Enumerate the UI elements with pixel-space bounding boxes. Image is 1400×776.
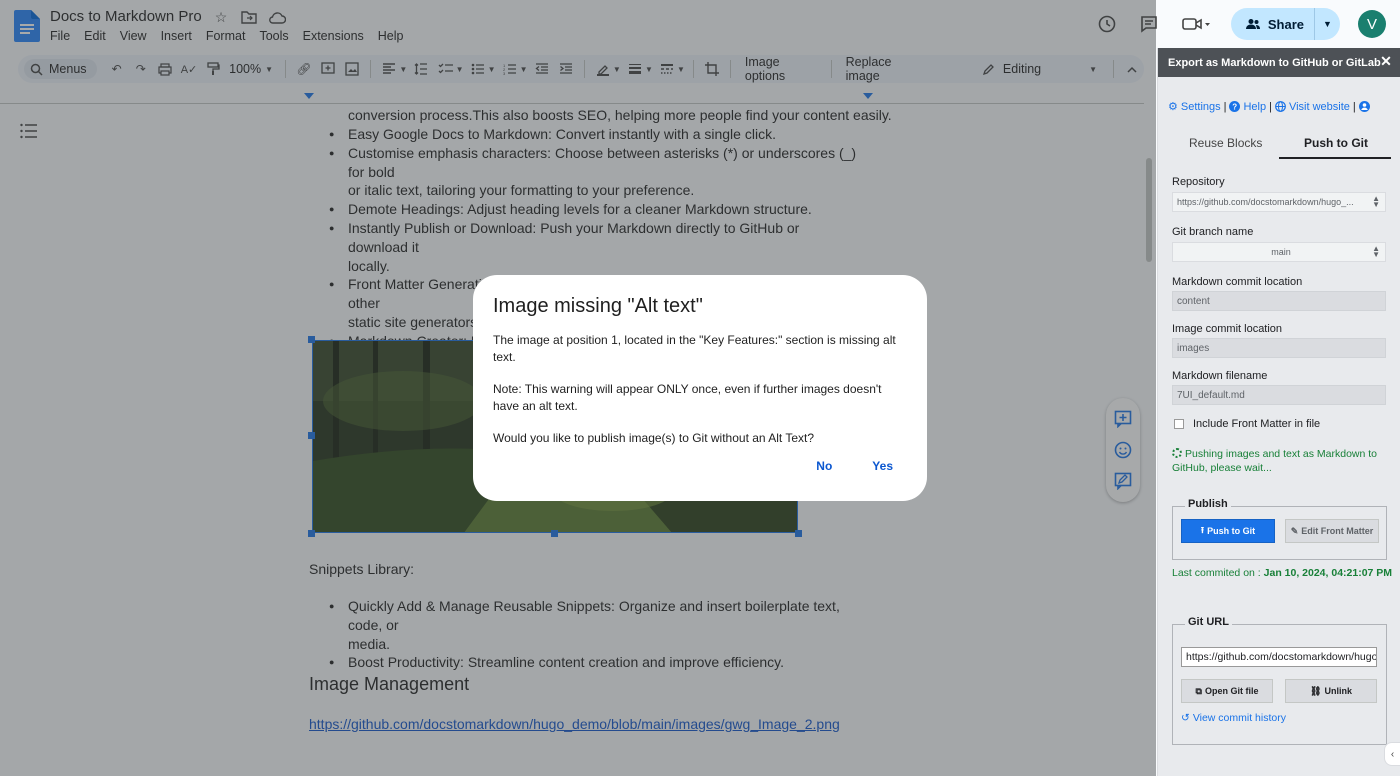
img-location-label: Image commit location <box>1172 323 1283 335</box>
front-matter-label: Include Front Matter in file <box>1193 418 1321 430</box>
md-location-value: content <box>1177 295 1210 307</box>
unlink-label: Unlink <box>1324 686 1352 696</box>
history-icon: ↺ <box>1181 712 1190 724</box>
branch-label: Git branch name <box>1172 226 1254 238</box>
last-commit: Last commited on : Jan 10, 2024, 04:21:0… <box>1172 566 1394 580</box>
img-location-value: images <box>1177 342 1210 354</box>
tab-push-to-git[interactable]: Push to Git <box>1304 136 1368 150</box>
globe-icon <box>1275 101 1286 112</box>
upload-icon: ⭱ <box>1200 525 1205 535</box>
push-status: Pushing images and text as Markdown to G… <box>1172 447 1390 475</box>
push-to-git-button[interactable]: ⭱ Push to Git <box>1181 519 1275 543</box>
repository-select[interactable]: https://github.com/docstomarkdown/hugo_.… <box>1172 192 1386 212</box>
tab-reuse-blocks[interactable]: Reuse Blocks <box>1189 136 1262 150</box>
push-to-git-label: Push to Git <box>1207 526 1256 536</box>
alt-text-warning-dialog: Image missing "Alt text" The image at po… <box>473 275 927 501</box>
help-icon: ? <box>1229 101 1241 112</box>
filename-label: Markdown filename <box>1172 370 1268 382</box>
dialog-question: Would you like to publish image(s) to Gi… <box>493 431 815 445</box>
settings-link-label: Settings <box>1180 100 1221 113</box>
unlink-icon: ⛓ <box>1310 685 1322 696</box>
separator: | <box>1223 100 1227 113</box>
sidebar-tabs: Reuse Blocks Push to Git <box>1158 129 1400 159</box>
filename-field[interactable]: 7UI_default.md <box>1172 385 1386 405</box>
svg-text:?: ? <box>1233 103 1238 112</box>
share-button[interactable]: Share ▼ <box>1230 8 1340 40</box>
img-location-field[interactable]: images <box>1172 338 1386 358</box>
branch-value: main <box>1271 247 1291 257</box>
publish-group: Publish ⭱ Push to Git ✎ Edit Front Matte… <box>1172 498 1387 560</box>
sidebar-title: Export as Markdown to GitHub or GitLab <box>1168 56 1381 69</box>
separator: | <box>1269 100 1272 113</box>
git-url-group: Git URL https://github.com/docstomarkdow… <box>1172 616 1387 745</box>
edit-front-matter-label: Edit Front Matter <box>1301 526 1374 536</box>
select-arrows-icon: ▲ ▼ <box>1372 244 1380 259</box>
avatar[interactable]: V <box>1358 10 1386 38</box>
website-link[interactable]: Visit website <box>1275 101 1350 113</box>
select-arrows-icon: ▲ ▼ <box>1372 194 1380 209</box>
website-link-label: Visit website <box>1288 100 1350 113</box>
collapse-sidebar-icon[interactable]: ‹ <box>1384 742 1400 766</box>
front-matter-checkbox[interactable] <box>1174 419 1184 429</box>
meet-video-icon[interactable] <box>1179 12 1213 36</box>
view-commit-history-link[interactable]: ↺ View commit history <box>1181 712 1286 724</box>
dialog-message: The image at position 1, located in the … <box>493 333 896 364</box>
publish-legend: Publish <box>1185 498 1231 510</box>
dialog-note: Note: This warning will appear ONLY once… <box>493 382 882 413</box>
share-label: Share <box>1267 16 1304 32</box>
edit-front-matter-button[interactable]: ✎ Edit Front Matter <box>1285 519 1379 543</box>
external-link-icon: ⧉ <box>1195 685 1202 696</box>
git-url-legend: Git URL <box>1185 616 1232 628</box>
last-commit-value: Jan 10, 2024, 04:21:07 PM <box>1263 567 1393 579</box>
spinner-icon <box>1172 448 1182 458</box>
md-location-label: Markdown commit location <box>1172 276 1303 288</box>
no-button[interactable]: No <box>816 459 832 473</box>
help-link-label: Help <box>1243 100 1267 113</box>
separator: | <box>1352 100 1356 113</box>
sidebar-header: Export as Markdown to GitHub or GitLab ✕ <box>1158 48 1400 77</box>
front-matter-checkbox-row[interactable]: Include Front Matter in file <box>1174 418 1320 430</box>
git-url-value: https://github.com/docstomarkdown/hugo_d… <box>1186 651 1377 663</box>
repository-label: Repository <box>1172 176 1225 188</box>
last-commit-label: Last commited on : <box>1172 567 1261 579</box>
account-icon[interactable] <box>1358 101 1370 112</box>
gear-icon: ⚙ <box>1168 101 1178 113</box>
open-git-file-button[interactable]: ⧉ Open Git file <box>1181 679 1273 703</box>
dialog-title: Image missing "Alt text" <box>493 295 703 317</box>
people-icon <box>1245 19 1260 29</box>
push-status-text: Pushing images and text as Markdown to G… <box>1172 448 1378 474</box>
addon-sidebar: Export as Markdown to GitHub or GitLab ✕… <box>1157 48 1400 776</box>
repository-value: https://github.com/docstomarkdown/hugo_.… <box>1177 197 1354 207</box>
sidebar-body: ⚙ Settings | ? Help | Visit website | Re… <box>1158 77 1400 776</box>
view-commit-history-label: View commit history <box>1192 712 1286 724</box>
chevron-down-icon[interactable]: ▼ <box>1314 8 1340 40</box>
sidebar-links: ⚙ Settings | ? Help | Visit website | <box>1168 100 1370 113</box>
active-tab-indicator <box>1279 157 1391 159</box>
settings-link[interactable]: ⚙ Settings <box>1168 100 1221 114</box>
edit-icon: ✎ <box>1290 525 1299 536</box>
close-icon[interactable]: ✕ <box>1379 54 1393 68</box>
help-link[interactable]: ? Help <box>1229 101 1266 113</box>
filename-value: 7UI_default.md <box>1177 389 1245 401</box>
branch-select[interactable]: main ▲ ▼ <box>1172 242 1386 262</box>
md-location-field[interactable]: content <box>1172 291 1386 311</box>
yes-button[interactable]: Yes <box>872 459 893 473</box>
git-url-field[interactable]: https://github.com/docstomarkdown/hugo_d… <box>1181 647 1377 667</box>
unlink-button[interactable]: ⛓ Unlink <box>1285 679 1377 703</box>
open-git-file-label: Open Git file <box>1204 686 1259 696</box>
